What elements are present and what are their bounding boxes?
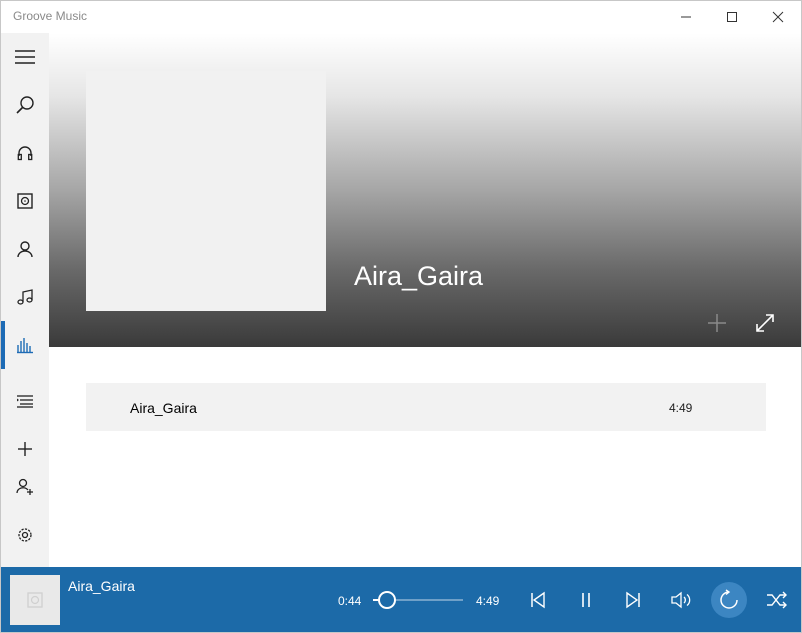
music-note-icon	[17, 289, 33, 305]
track-title: Aira_Gaira	[130, 400, 197, 416]
next-button[interactable]	[615, 582, 651, 618]
album-art	[86, 71, 326, 311]
now-playing-header: Aira_Gaira	[49, 33, 801, 347]
sidebar-item-songs[interactable]	[1, 277, 49, 317]
hamburger-menu-icon	[15, 50, 35, 64]
album-placeholder-icon	[27, 592, 43, 608]
total-time: 4:49	[476, 594, 500, 608]
plus-icon	[18, 442, 32, 456]
headphones-icon	[17, 146, 33, 161]
hamburger-menu-button[interactable]	[1, 37, 49, 77]
shuffle-icon	[767, 591, 787, 609]
now-playing-thumbnail[interactable]	[10, 575, 60, 625]
volume-button[interactable]	[663, 582, 699, 618]
gear-icon	[18, 528, 32, 542]
current-time: 0:44	[338, 594, 362, 608]
pause-icon	[582, 593, 590, 607]
title-bar: Groove Music	[1, 1, 801, 33]
maximize-button[interactable]	[709, 1, 755, 33]
next-icon	[626, 591, 640, 609]
expand-icon	[756, 314, 774, 332]
minimize-button[interactable]	[663, 1, 709, 33]
seek-bar-thumb[interactable]	[377, 591, 396, 609]
add-to-button[interactable]	[699, 305, 735, 341]
sidebar-item-playlists[interactable]	[1, 381, 49, 421]
sidebar-item-new-playlist[interactable]	[1, 429, 49, 469]
playlists-icon	[17, 395, 33, 408]
sidebar-item-my-music[interactable]	[1, 133, 49, 173]
player-track-title[interactable]: Aira_Gaira	[68, 578, 135, 594]
now-playing-title: Aira_Gaira	[354, 261, 484, 291]
track-row[interactable]: Aira_Gaira 4:49	[86, 383, 766, 431]
repeat-icon	[720, 589, 738, 609]
track-duration: 4:49	[669, 401, 693, 415]
sidebar-item-account[interactable]	[1, 467, 49, 507]
close-button[interactable]	[755, 1, 801, 33]
pause-button[interactable]	[568, 582, 604, 618]
add-user-icon	[16, 478, 33, 495]
player-bar: Aira_Gaira 0:44 4:49	[1, 567, 801, 632]
previous-icon	[531, 591, 545, 609]
navigation-sidebar	[1, 33, 49, 567]
search-icon	[16, 96, 34, 114]
previous-button[interactable]	[520, 582, 556, 618]
full-screen-button[interactable]	[747, 305, 783, 341]
app-window: Groove Music Aira_Gaira Aira_Gaira 4:49 …	[0, 0, 802, 633]
sidebar-item-recent-plays[interactable]	[1, 181, 49, 221]
volume-icon	[671, 591, 691, 609]
minimize-icon	[681, 16, 691, 18]
repeat-button[interactable]	[711, 582, 747, 618]
sidebar-item-settings[interactable]	[1, 515, 49, 555]
shuffle-button[interactable]	[759, 582, 795, 618]
app-title: Groove Music	[13, 9, 88, 23]
maximize-icon	[727, 12, 737, 22]
sidebar-item-search[interactable]	[1, 85, 49, 125]
active-indicator	[1, 321, 5, 369]
sidebar-item-now-playing[interactable]	[1, 321, 49, 369]
sidebar-item-artists[interactable]	[1, 229, 49, 269]
close-icon	[772, 11, 784, 23]
plus-icon	[708, 314, 726, 332]
artist-icon	[17, 241, 33, 258]
now-playing-icon	[17, 338, 33, 354]
album-icon	[17, 193, 33, 209]
